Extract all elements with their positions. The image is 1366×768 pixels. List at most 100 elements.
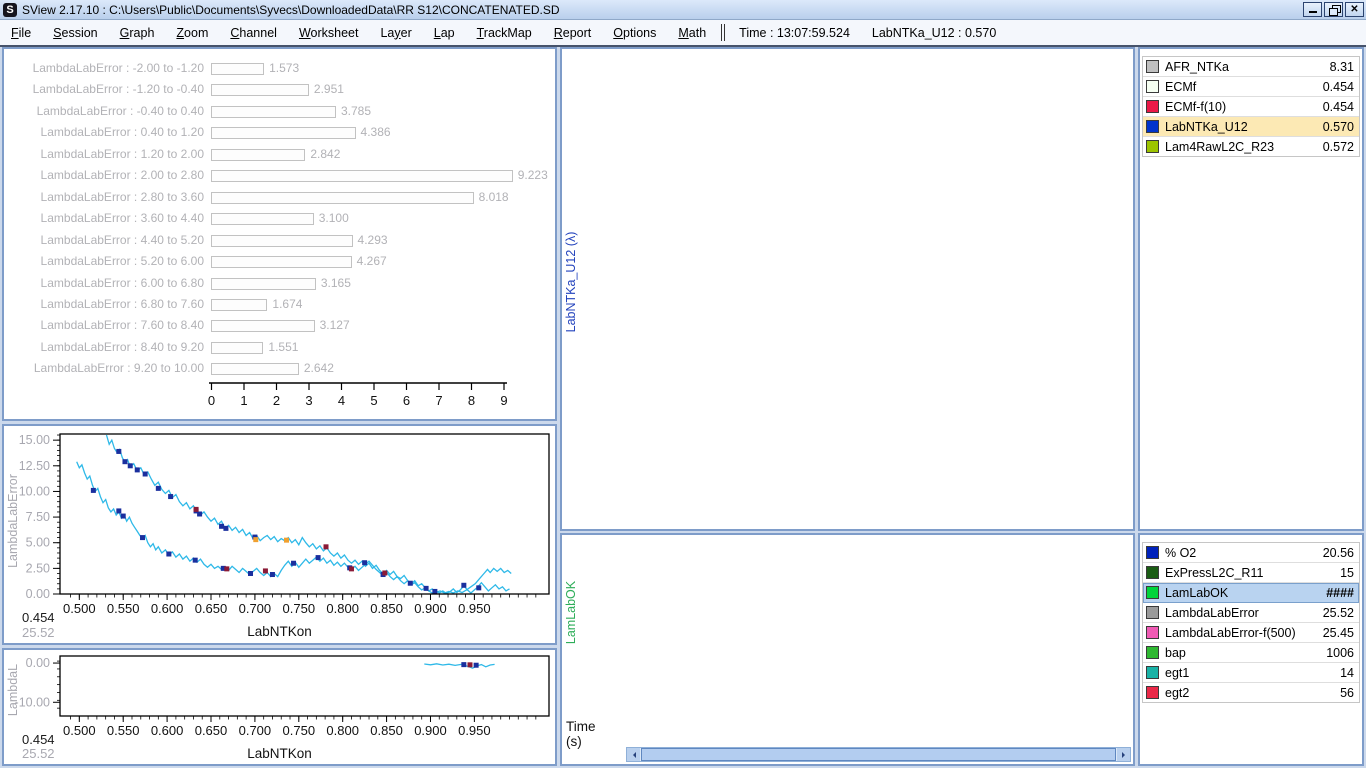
channel-row[interactable]: LabNTKa_U120.570 xyxy=(1143,117,1359,137)
channel-value: 15 xyxy=(1340,566,1354,580)
histogram-bin-label: LambdaLabError : 2.00 to 2.80 xyxy=(4,168,204,182)
svg-text:0.00: 0.00 xyxy=(26,587,50,601)
channel-value: 0.454 xyxy=(1323,80,1354,94)
menu-item-math[interactable]: Math xyxy=(667,26,717,40)
restore-button[interactable] xyxy=(1324,2,1343,17)
svg-text:0.650: 0.650 xyxy=(195,723,228,738)
close-button[interactable]: ✕ xyxy=(1345,2,1364,17)
channel-color-swatch xyxy=(1146,666,1159,679)
histogram-bar-value: 4.293 xyxy=(358,233,388,247)
channel-row[interactable]: LamLabOK#### xyxy=(1143,583,1359,603)
channel-row[interactable]: LambdaLabError25.52 xyxy=(1143,603,1359,623)
histogram-axis: 0123456789 xyxy=(4,375,555,419)
histogram-row[interactable]: LambdaLabError : 0.40 to 1.204.386 xyxy=(4,125,555,140)
svg-text:0.950: 0.950 xyxy=(458,723,491,738)
histogram-row[interactable]: LambdaLabError : -1.20 to -0.402.951 xyxy=(4,82,555,97)
svg-text:15.00: 15.00 xyxy=(19,433,50,447)
histogram-bar xyxy=(211,149,305,161)
menu-item-report[interactable]: Report xyxy=(543,26,603,40)
bottom-ylabel: LamLabOK xyxy=(564,540,578,685)
histogram-bar xyxy=(211,127,356,139)
menu-item-worksheet[interactable]: Worksheet xyxy=(288,26,370,40)
svg-text:7: 7 xyxy=(435,393,442,408)
scrollbar-left-arrow-icon[interactable] xyxy=(627,748,640,761)
channel-color-swatch xyxy=(1146,626,1159,639)
channel-value: 0.570 xyxy=(1323,120,1354,134)
scatter-panel[interactable]: 15.0012.5010.007.505.002.500.000.5000.55… xyxy=(2,424,557,645)
histogram-bar-value: 3.100 xyxy=(319,211,349,225)
menu-item-trackmap[interactable]: TrackMap xyxy=(466,26,543,40)
histogram-bar-value: 1.573 xyxy=(269,61,299,75)
channel-color-swatch xyxy=(1146,100,1159,113)
histogram-row[interactable]: LambdaLabError : -0.40 to 0.403.785 xyxy=(4,104,555,119)
lamlabok-chart[interactable] xyxy=(562,535,1133,764)
histogram-row[interactable]: LambdaLabError : 6.00 to 6.803.165 xyxy=(4,276,555,291)
lambda-trace-chart[interactable] xyxy=(562,49,1133,529)
histogram-bin-label: LambdaLabError : -2.00 to -1.20 xyxy=(4,61,204,75)
channel-row[interactable]: ExPressL2C_R1115 xyxy=(1143,563,1359,583)
channel-row[interactable]: bap1006 xyxy=(1143,643,1359,663)
channel-list-top: AFR_NTKa8.31ECMf0.454ECMf-f(10)0.454LabN… xyxy=(1142,56,1360,157)
histogram-row[interactable]: LambdaLabError : 5.20 to 6.00 4.267 xyxy=(4,254,555,269)
histogram-bar-value: 4.267 xyxy=(357,254,387,268)
channel-name: LambdaLabError xyxy=(1165,606,1323,620)
time-scrollbar[interactable] xyxy=(626,747,1131,762)
channel-name: % O2 xyxy=(1165,546,1323,560)
svg-text:0.850: 0.850 xyxy=(370,601,403,616)
channel-row[interactable]: AFR_NTKa8.31 xyxy=(1143,57,1359,77)
menu-separator xyxy=(721,24,725,41)
histogram-bar xyxy=(211,278,316,290)
menu-item-options[interactable]: Options xyxy=(602,26,667,40)
scatter-chart[interactable]: 15.0012.5010.007.505.002.500.000.5000.55… xyxy=(4,426,555,643)
scrollbar-right-arrow-icon[interactable] xyxy=(1117,748,1130,761)
channel-row[interactable]: ECMf0.454 xyxy=(1143,77,1359,97)
histogram-row[interactable]: LambdaLabError : 7.60 to 8.403.127 xyxy=(4,318,555,333)
menu-item-file[interactable]: File xyxy=(0,26,42,40)
mini-xlabel: LabNTKon xyxy=(4,746,555,761)
histogram-bin-label: LambdaLabError : 6.00 to 6.80 xyxy=(4,276,204,290)
histogram-row[interactable]: LambdaLabError : -2.00 to -1.20 1.573 xyxy=(4,61,555,76)
time-axis-label: Time (s) xyxy=(566,719,596,749)
menu-item-session[interactable]: Session xyxy=(42,26,108,40)
channel-color-swatch xyxy=(1146,646,1159,659)
svg-text:2.50: 2.50 xyxy=(26,561,50,575)
menu-item-lap[interactable]: Lap xyxy=(423,26,466,40)
channel-name: AFR_NTKa xyxy=(1165,60,1330,74)
channel-list-bottom-panel: % O220.56ExPressL2C_R1115LamLabOK####Lam… xyxy=(1138,533,1364,766)
main-chart-panel[interactable]: LabNTKa_U12 (λ) xyxy=(560,47,1135,531)
histogram-row[interactable]: LambdaLabError : 3.60 to 4.40 3.100 xyxy=(4,211,555,226)
svg-text:0.600: 0.600 xyxy=(151,601,184,616)
channel-row[interactable]: egt256 xyxy=(1143,683,1359,702)
scrollbar-thumb[interactable] xyxy=(641,748,1116,761)
svg-text:0.550: 0.550 xyxy=(107,723,140,738)
histogram-row[interactable]: LambdaLabError : 2.00 to 2.809.223 xyxy=(4,168,555,183)
menu-item-layer[interactable]: Layer xyxy=(369,26,422,40)
bottom-chart-panel[interactable]: LamLabOK Time (s) xyxy=(560,533,1135,766)
histogram-row[interactable]: LambdaLabError : 2.80 to 3.608.018 xyxy=(4,190,555,205)
channel-color-swatch xyxy=(1146,566,1159,579)
sview-window: { "window": { "icon_letter": "S", "title… xyxy=(0,0,1366,768)
menu-item-graph[interactable]: Graph xyxy=(109,26,166,40)
histogram-bar xyxy=(211,363,299,375)
channel-row[interactable]: % O220.56 xyxy=(1143,543,1359,563)
histogram-bin-label: LambdaLabError : 3.60 to 4.40 xyxy=(4,211,204,225)
channel-row[interactable]: egt114 xyxy=(1143,663,1359,683)
histogram-bin-label: LambdaLabError : 5.20 to 6.00 xyxy=(4,254,204,268)
title-bar[interactable]: S SView 2.17.10 : C:\Users\Public\Docume… xyxy=(0,0,1366,20)
histogram-row[interactable]: LambdaLabError : 4.40 to 5.20 4.293 xyxy=(4,233,555,248)
histogram-row[interactable]: LambdaLabError : 6.80 to 7.601.674 xyxy=(4,297,555,312)
minimize-button[interactable] xyxy=(1303,2,1322,17)
channel-row[interactable]: LambdaLabError-f(500)25.45 xyxy=(1143,623,1359,643)
channel-row[interactable]: ECMf-f(10)0.454 xyxy=(1143,97,1359,117)
menu-item-channel[interactable]: Channel xyxy=(219,26,288,40)
app-icon: S xyxy=(3,3,17,17)
menu-item-zoom[interactable]: Zoom xyxy=(165,26,219,40)
channel-row[interactable]: Lam4RawL2C_R230.572 xyxy=(1143,137,1359,156)
histogram-row[interactable]: LambdaLabError : 8.40 to 9.201.551 xyxy=(4,340,555,355)
histogram-bin-label: LambdaLabError : 4.40 to 5.20 xyxy=(4,233,204,247)
svg-text:0.750: 0.750 xyxy=(283,723,316,738)
svg-text:0.800: 0.800 xyxy=(326,601,359,616)
mini-scatter-panel[interactable]: 0.00-10.000.5000.5500.6000.6500.7000.750… xyxy=(2,648,557,766)
channel-name: ExPressL2C_R11 xyxy=(1165,566,1340,580)
histogram-row[interactable]: LambdaLabError : 1.20 to 2.002.842 xyxy=(4,147,555,162)
